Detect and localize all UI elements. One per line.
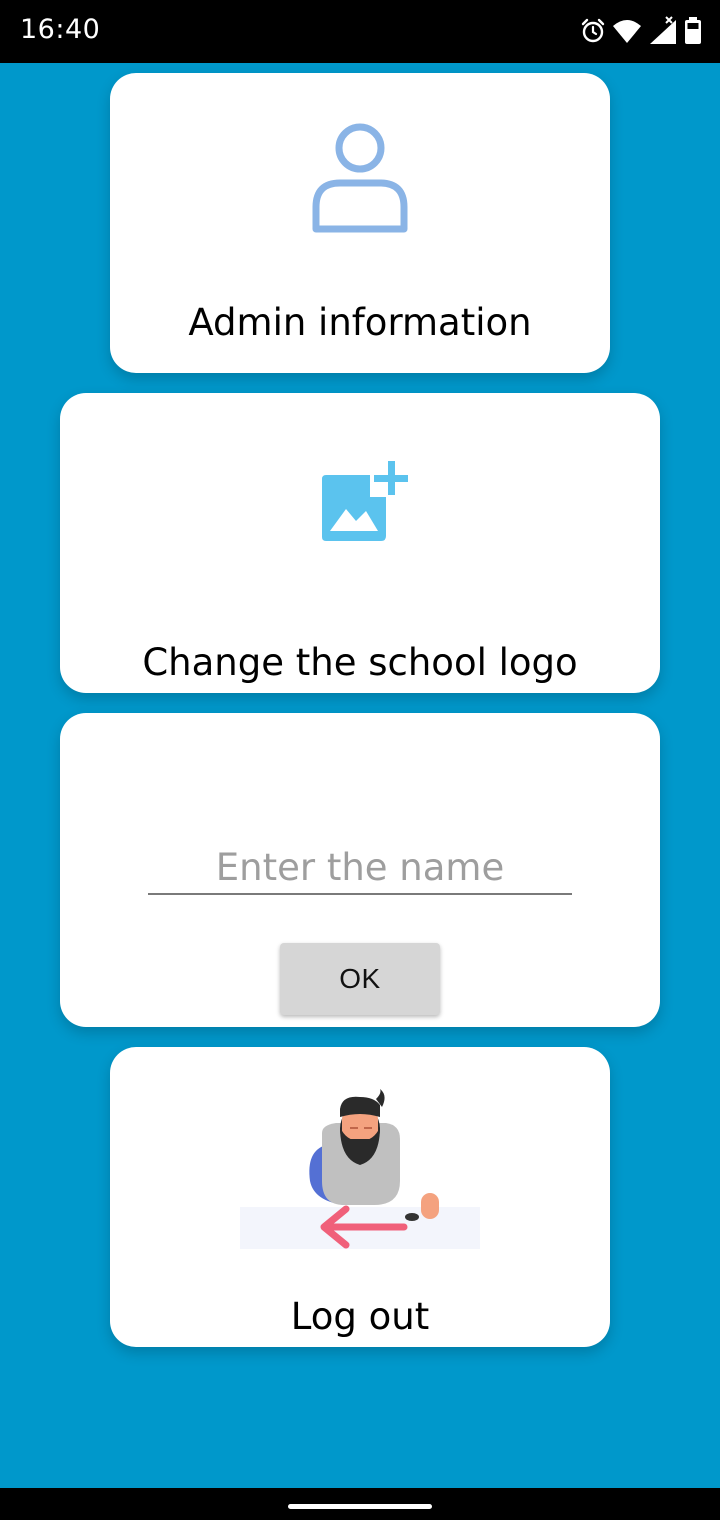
person-icon	[312, 123, 408, 233]
ok-button[interactable]: OK	[280, 943, 440, 1015]
wifi-icon	[613, 20, 641, 43]
status-bar: 16:40	[0, 0, 720, 63]
home-gesture-handle[interactable]	[288, 1504, 432, 1509]
school-name-card: OK	[60, 713, 660, 1027]
log-out-label: Log out	[290, 1295, 430, 1338]
admin-information-label: Admin information	[188, 301, 532, 344]
change-school-logo-card[interactable]: Change the school logo	[60, 393, 660, 693]
admin-information-card[interactable]: Admin information	[110, 73, 610, 373]
status-icons	[580, 14, 702, 48]
signal-icon	[650, 16, 676, 44]
navigation-bar	[0, 1488, 720, 1520]
alarm-icon	[581, 18, 605, 43]
logout-illustration	[240, 1089, 480, 1249]
change-school-logo-label: Change the school logo	[142, 641, 578, 684]
settings-screen: 16:40 Admin information Change the schoo…	[0, 0, 720, 1520]
log-out-card[interactable]: Log out	[110, 1047, 610, 1347]
add-image-icon	[322, 461, 408, 541]
status-time: 16:40	[20, 14, 101, 45]
school-name-input[interactable]	[148, 841, 572, 895]
battery-icon	[685, 17, 701, 44]
